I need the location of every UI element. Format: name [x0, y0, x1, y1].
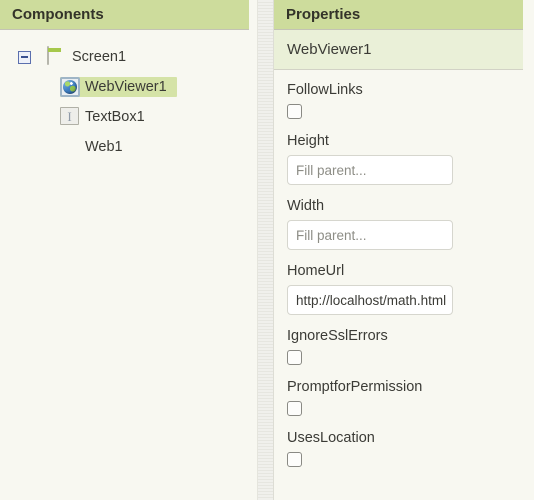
height-field[interactable]: Fill parent... [287, 155, 453, 185]
components-panel-header: Components [0, 0, 249, 30]
component-tree: Screen1 WebViewer1 I TextBox1 Web1 [0, 30, 257, 162]
property-width: Width Fill parent... [274, 198, 534, 250]
screen-icon [47, 46, 67, 67]
tree-item-label-textbox1: TextBox1 [85, 109, 145, 125]
tree-item-label-webviewer1: WebViewer1 [85, 79, 167, 95]
textbox-icon-glyph: I [60, 107, 79, 125]
property-label-height: Height [287, 133, 329, 149]
property-label-homeurl: HomeUrl [287, 263, 345, 279]
useslocation-checkbox[interactable] [287, 452, 302, 467]
app-inventor-designer: Components Screen1 WebViewer1 I TextBox1… [0, 0, 534, 500]
property-label-followlinks: FollowLinks [287, 82, 363, 98]
properties-panel-header: Properties [274, 0, 523, 30]
property-label-useslocation: UsesLocation [287, 430, 375, 446]
tree-item-label-web1: Web1 [85, 139, 123, 155]
panel-splitter[interactable] [257, 0, 274, 500]
tree-item-selection-highlight: WebViewer1 [60, 77, 177, 97]
tree-item-textbox1[interactable]: I TextBox1 [0, 102, 257, 132]
property-useslocation: UsesLocation [274, 430, 534, 467]
tree-item-web1[interactable]: Web1 [0, 132, 257, 162]
textbox-icon: I [60, 107, 80, 127]
width-field-placeholder: Fill parent... [296, 227, 367, 243]
webviewer-globe-icon [60, 77, 80, 97]
properties-list: FollowLinks Height Fill parent... Width … [274, 70, 534, 467]
height-field-placeholder: Fill parent... [296, 162, 367, 178]
property-label-width: Width [287, 198, 325, 214]
components-panel: Components Screen1 WebViewer1 I TextBox1… [0, 0, 257, 500]
followlinks-checkbox[interactable] [287, 104, 302, 119]
tree-item-label-screen1: Screen1 [72, 49, 127, 65]
property-homeurl: HomeUrl http://localhost/math.html [274, 263, 534, 315]
tree-item-webviewer1[interactable]: WebViewer1 [0, 72, 257, 102]
property-label-ignoresslerrors: IgnoreSslErrors [287, 328, 388, 344]
property-ignoresslerrors: IgnoreSslErrors [274, 328, 534, 365]
property-followlinks: FollowLinks [274, 82, 534, 119]
promptforpermission-checkbox[interactable] [287, 401, 302, 416]
collapse-minus-icon[interactable] [18, 50, 31, 64]
property-height: Height Fill parent... [274, 133, 534, 185]
property-label-promptforpermission: PromptforPermission [287, 379, 423, 395]
homeurl-field-value: http://localhost/math.html [296, 292, 447, 308]
property-promptforpermission: PromptforPermission [274, 379, 534, 416]
homeurl-field[interactable]: http://localhost/math.html [287, 285, 453, 315]
width-field[interactable]: Fill parent... [287, 220, 453, 250]
selected-component-name: WebViewer1 [274, 30, 523, 70]
tree-item-screen1[interactable]: Screen1 [0, 42, 257, 72]
web-globe-icon [60, 137, 80, 157]
properties-panel: Properties WebViewer1 FollowLinks Height… [274, 0, 534, 500]
ignoresslerrors-checkbox[interactable] [287, 350, 302, 365]
